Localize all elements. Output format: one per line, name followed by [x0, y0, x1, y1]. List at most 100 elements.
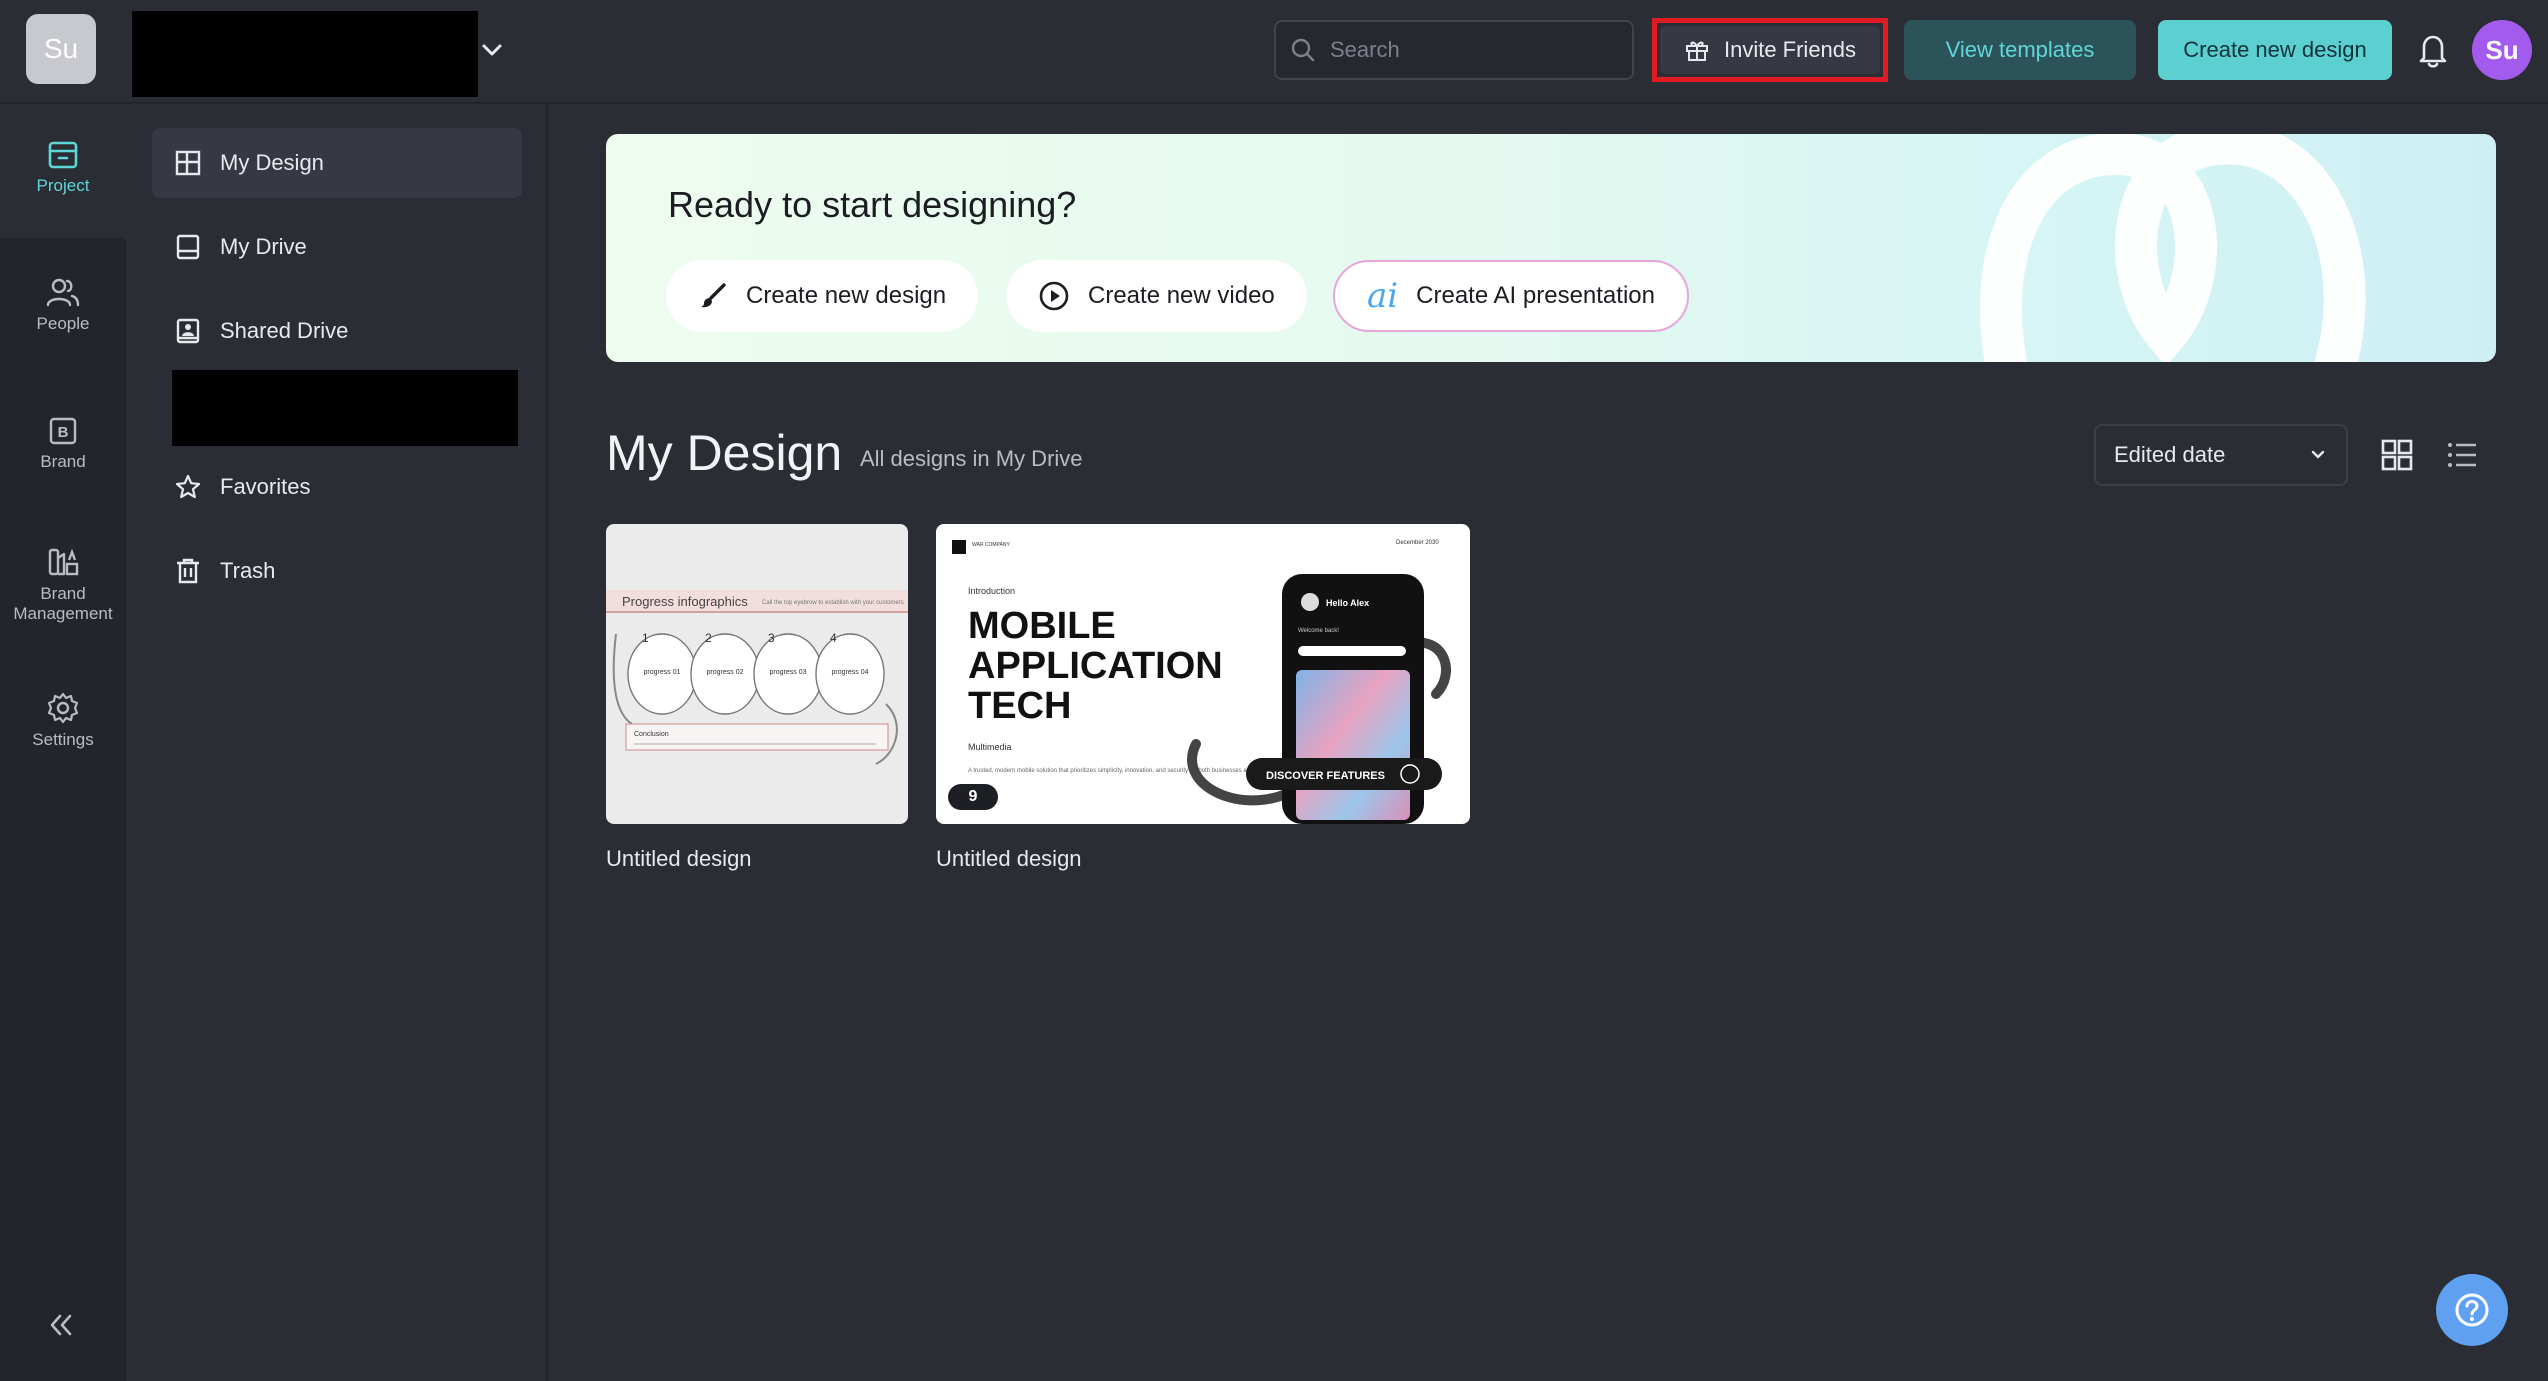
design-card[interactable]: WAR COMPANY December 2030 Introduction M…	[936, 524, 1470, 872]
thumb-phone-greeting: Hello Alex	[1326, 598, 1369, 608]
drive-icon	[176, 234, 200, 260]
left-rail: Project People B Brand Brand Management	[0, 104, 126, 1381]
banner-create-ai-presentation-button[interactable]: ai Create AI presentation	[1333, 260, 1689, 332]
sidebar-label-favorites: Favorites	[220, 474, 311, 499]
star-icon	[175, 474, 201, 499]
workspace-name-redacted[interactable]	[132, 11, 478, 97]
rail-item-brand-management[interactable]: Brand Management	[0, 546, 126, 624]
thumb-step: 1	[642, 631, 649, 645]
layout-icon	[175, 150, 201, 176]
sidebar-item-shared-drive[interactable]: Shared Drive	[152, 296, 522, 366]
rail-item-brand[interactable]: B Brand	[0, 416, 126, 472]
rail-label-settings: Settings	[32, 730, 94, 749]
rail-item-project[interactable]: Project	[0, 104, 126, 238]
gift-icon	[1685, 41, 1708, 61]
trash-icon	[177, 558, 199, 584]
page-subtitle: All designs in My Drive	[860, 446, 1083, 471]
thumb-step-label: progress 03	[770, 669, 807, 676]
view-templates-button[interactable]: View templates	[1904, 20, 2136, 80]
rail-label-project: Project	[36, 176, 90, 195]
bell-icon[interactable]	[2416, 30, 2450, 70]
invite-friends-button[interactable]: Invite Friends	[1660, 26, 1880, 74]
design-name[interactable]: Untitled design	[936, 846, 1470, 872]
mobile-app-presentation-preview: WAR COMPANY December 2030 Introduction M…	[952, 540, 1451, 824]
banner-create-video-label: Create new video	[1088, 282, 1275, 309]
thumb-phone-welcome: Welcome back!	[1298, 628, 1339, 634]
project-icon	[48, 141, 78, 169]
svg-text:B: B	[58, 424, 69, 441]
rail-label-brand-management: Brand Management	[13, 584, 113, 623]
sidebar-label-my-design: My Design	[220, 150, 324, 175]
sidebar-label-shared-drive: Shared Drive	[220, 318, 349, 343]
help-button[interactable]	[2436, 1274, 2508, 1346]
banner-create-design-button[interactable]: Create new design	[666, 260, 979, 332]
thumb-cta: DISCOVER FEATURES	[1266, 770, 1385, 782]
design-card[interactable]: Progress infographics Call the top eyebr…	[606, 524, 908, 872]
thumb-intro: Introduction	[968, 586, 1015, 596]
search-icon	[1291, 38, 1315, 62]
chevron-down-icon[interactable]	[478, 38, 506, 62]
banner-create-design-label: Create new design	[746, 282, 947, 309]
thumb-step-label: progress 02	[707, 669, 744, 676]
grid-view-icon[interactable]	[2380, 438, 2414, 472]
page-count-badge: 9	[948, 784, 998, 810]
thumb-heading: Progress infographics	[622, 594, 748, 609]
brand-icon: B	[49, 417, 77, 445]
banner-title: Ready to start designing?	[668, 184, 1077, 225]
thumb-step-label: progress 01	[644, 669, 681, 676]
banner-create-video-button[interactable]: Create new video	[1006, 260, 1307, 332]
shared-drive-icon	[176, 318, 200, 344]
chevron-down-icon	[2311, 450, 2325, 459]
thumb-headline: MOBILE	[968, 605, 1116, 647]
thumb-date: December 2030	[1396, 540, 1439, 546]
user-avatar[interactable]: Su	[2472, 20, 2532, 80]
banner-loop-decoration	[1979, 134, 2366, 362]
secondary-sidebar: My Design My Drive Shared Drive Favorite…	[126, 104, 548, 1381]
collapse-double-chevron-icon[interactable]	[46, 1310, 76, 1340]
settings-icon	[47, 692, 79, 724]
design-thumbnail[interactable]: WAR COMPANY December 2030 Introduction M…	[936, 524, 1470, 824]
welcome-banner: Ready to start designing? Create new des…	[606, 134, 2496, 362]
page-title: My Design	[606, 425, 843, 481]
thumb-conclusion: Conclusion	[634, 731, 669, 738]
brush-icon	[701, 283, 726, 308]
redacted-drive-item[interactable]	[172, 370, 518, 446]
banner-create-ai-label: Create AI presentation	[1416, 282, 1655, 309]
rail-item-people[interactable]: People	[0, 276, 126, 334]
thumb-headline: APPLICATION	[968, 645, 1223, 687]
invite-friends-highlight: Invite Friends	[1652, 18, 1888, 82]
search-input[interactable]	[1330, 37, 1610, 63]
create-new-design-button[interactable]: Create new design	[2158, 20, 2392, 80]
play-icon	[1039, 281, 1069, 311]
top-bar: Su Invite Friends View templates Create …	[0, 0, 2548, 104]
thumb-company: WAR COMPANY	[972, 542, 1010, 548]
design-name[interactable]: Untitled design	[606, 846, 908, 872]
search-box[interactable]	[1274, 20, 1634, 80]
progress-infographic-preview: Progress infographics Call the top eyebr…	[606, 590, 908, 765]
design-thumbnail[interactable]: Progress infographics Call the top eyebr…	[606, 524, 908, 824]
thumb-blurb: Call the top eyebrow to establish with y…	[762, 600, 904, 606]
sort-value: Edited date	[2114, 442, 2226, 467]
sidebar-label-trash: Trash	[220, 558, 276, 583]
thumb-body: A trusted, modern mobile solution that p…	[968, 768, 1283, 774]
question-icon	[2455, 1293, 2489, 1327]
ai-icon: ai	[1367, 276, 1399, 316]
thumb-step: 4	[830, 631, 837, 645]
invite-friends-label: Invite Friends	[1723, 37, 1857, 62]
brand-management-icon	[48, 548, 79, 576]
list-view-icon[interactable]	[2446, 440, 2478, 470]
workspace-avatar[interactable]: Su	[26, 14, 96, 84]
sidebar-item-my-drive[interactable]: My Drive	[152, 212, 522, 282]
sidebar-item-favorites[interactable]: Favorites	[152, 452, 522, 522]
rail-label-brand: Brand	[40, 452, 86, 471]
thumb-step: 3	[768, 631, 775, 645]
thumb-step-label: progress 04	[832, 669, 869, 676]
sidebar-label-my-drive: My Drive	[220, 234, 307, 259]
rail-label-people: People	[36, 314, 90, 333]
sort-dropdown[interactable]: Edited date	[2094, 424, 2348, 486]
sidebar-item-my-design[interactable]: My Design	[152, 128, 522, 198]
thumb-step: 2	[705, 631, 712, 645]
thumb-headline: TECH	[968, 685, 1071, 727]
sidebar-item-trash[interactable]: Trash	[152, 536, 522, 606]
rail-item-settings[interactable]: Settings	[0, 692, 126, 750]
